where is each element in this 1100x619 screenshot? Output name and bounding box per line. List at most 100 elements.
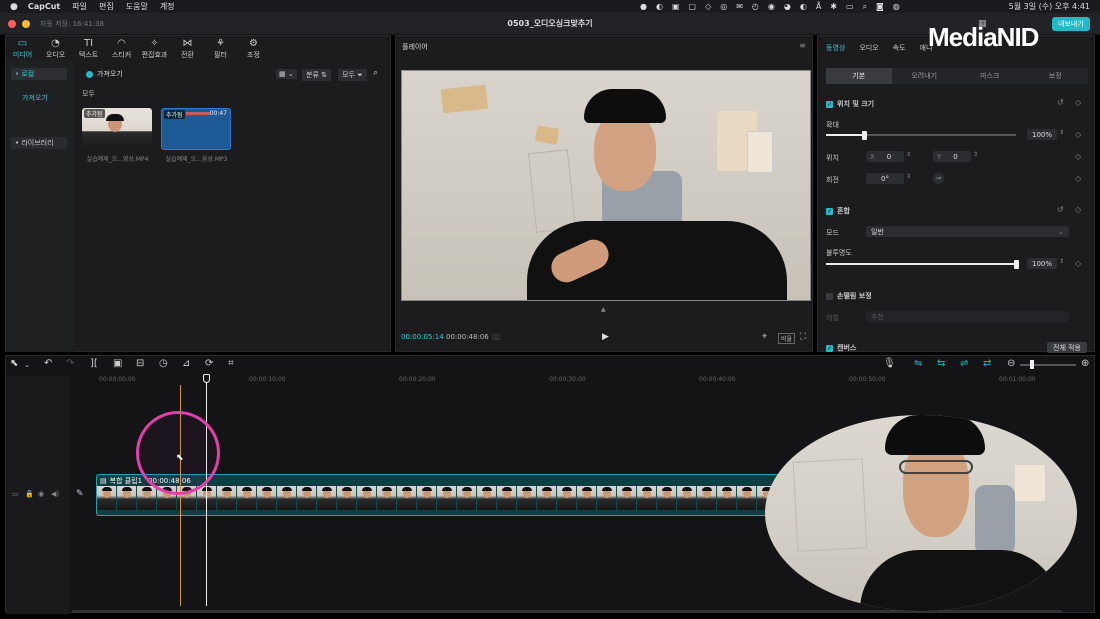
view-toggle-icon[interactable]: ▦ ⌄ (276, 69, 297, 79)
stabilize-level-select[interactable]: 추천 (866, 311, 1069, 322)
link-track-icon[interactable]: ⇋ (914, 358, 922, 369)
y-stepper-icon[interactable]: ⇕ (973, 151, 978, 158)
preview-axis-icon[interactable]: ⇄ (983, 358, 991, 369)
subtab-mask[interactable]: 마스크 (957, 68, 1023, 84)
select-tool-icon[interactable]: ⬉ (10, 358, 18, 369)
subtab-crop[interactable]: 오려내기 (892, 68, 958, 84)
player-menu-icon[interactable]: ≡ (799, 41, 806, 50)
timecode-toggle-icon[interactable]: ▯▯ (492, 333, 500, 341)
menu-help[interactable]: 도움말 (126, 1, 148, 12)
tab-audio[interactable]: 오디오 (859, 43, 878, 53)
zoom-out-icon[interactable]: ⊖ (1007, 358, 1015, 369)
menubar-clock: 5월 3일 (수) 오후 4:41 (1008, 2, 1090, 11)
edit-cover-icon[interactable]: ✎ (76, 489, 84, 499)
magnet-icon[interactable]: ⇆ (937, 358, 945, 369)
position-y-input[interactable]: Y0 (933, 151, 971, 162)
canvas-header: ✓ 캔버스 (826, 343, 856, 353)
mirror-icon[interactable]: ⊿ (182, 358, 190, 369)
tool-audio[interactable]: ◔ 오디오 (39, 38, 72, 60)
tool-effects[interactable]: ✧ 편집효과 (138, 38, 171, 60)
subtab-correct[interactable]: 보정 (1023, 68, 1089, 84)
rotation-dial-icon[interactable]: ⊸ (933, 173, 944, 184)
opacity-stepper-icon[interactable]: ⇕ (1059, 258, 1064, 265)
split-icon[interactable]: ][ (90, 358, 98, 369)
keyframe-icon[interactable]: ◇ (1075, 259, 1081, 268)
app-menu[interactable]: CapCut (28, 2, 60, 11)
zoom-in-icon[interactable]: ⊕ (1081, 358, 1089, 369)
x-stepper-icon[interactable]: ⇕ (906, 151, 911, 158)
rotation-input[interactable]: 0° (866, 173, 904, 184)
tab-speed[interactable]: 속도 (893, 43, 906, 53)
keyframe-icon[interactable]: ◇ (1075, 152, 1081, 161)
track-audio-icon[interactable]: ◀) (51, 490, 59, 498)
delete-icon[interactable]: ▣ (113, 358, 122, 369)
keyframe-icon[interactable]: ◇ (1075, 130, 1081, 139)
ratio-button[interactable]: 비율 (778, 333, 796, 344)
chevron-down-icon[interactable]: ⌄ (24, 361, 30, 369)
keyframe-icon[interactable]: ◇ (1075, 98, 1081, 107)
clip-frame (117, 486, 137, 510)
sidebar-item-library[interactable]: • 라이브러리 (11, 137, 67, 149)
track-visibility-icon[interactable]: ◉ (38, 490, 44, 498)
search-icon[interactable]: ⌕ (373, 68, 378, 78)
rotation-stepper-icon[interactable]: ⇕ (906, 173, 911, 180)
media-thumbnail-video[interactable]: 추가됨 (82, 108, 152, 150)
screenshot-icon[interactable]: ⌖ (762, 332, 767, 342)
menu-edit[interactable]: 편집 (99, 1, 114, 12)
scale-slider-knob[interactable] (862, 131, 867, 140)
tool-media[interactable]: ▭ 미디어 (6, 38, 39, 60)
scale-stepper-icon[interactable]: ⇕ (1059, 129, 1064, 136)
tab-video[interactable]: 동영상 (826, 43, 845, 53)
reverse-icon[interactable]: ◷ (159, 358, 168, 369)
tool-transition[interactable]: ⋈ 전환 (171, 38, 204, 60)
zoom-slider-knob[interactable] (1030, 360, 1034, 369)
track-lock-icon[interactable]: ▭ (12, 490, 19, 498)
microphone-icon[interactable]: 🎙 (883, 358, 896, 369)
sidebar-item-local[interactable]: • 로컬 (11, 68, 67, 80)
redo-icon[interactable]: ↷ (66, 358, 74, 369)
blend-checkbox[interactable]: ✓ (826, 207, 833, 215)
subtab-basic[interactable]: 기본 (826, 68, 892, 84)
apple-icon[interactable]: ● (10, 2, 18, 12)
reset-icon[interactable]: ↺ (1057, 98, 1064, 107)
tool-filter[interactable]: ⚘ 필터 (204, 38, 237, 60)
keyframe-icon[interactable]: ◇ (1075, 205, 1081, 214)
media-thumbnail-audio[interactable]: 추가됨 00:47 (161, 108, 231, 150)
reset-icon[interactable]: ↺ (1057, 205, 1064, 214)
sidebar-item-import[interactable]: 가져오기 (22, 93, 48, 103)
minimize-window-button[interactable] (22, 19, 30, 28)
player-handle-icon[interactable]: ▲ (601, 306, 606, 313)
tool-adjust[interactable]: ⚙ 조정 (237, 38, 270, 60)
import-button[interactable]: 가져오기 (86, 69, 123, 79)
keyframe-icon[interactable]: ◇ (1075, 174, 1081, 183)
blend-mode-select[interactable]: 일반 ⌄ (866, 226, 1069, 237)
position-size-checkbox[interactable]: ✓ (826, 100, 833, 108)
play-button[interactable]: ▶ (602, 332, 609, 342)
track-lock-icon[interactable]: 🔒 (25, 490, 34, 498)
apply-all-button[interactable]: 전체 적용 (1047, 342, 1087, 353)
undo-icon[interactable]: ↶ (44, 358, 52, 369)
tool-sticker[interactable]: ◠ 스티커 (105, 38, 138, 60)
playhead-handle[interactable] (203, 374, 210, 383)
tool-text[interactable]: TI 텍스트 (72, 38, 105, 60)
freeze-icon[interactable]: ⊟ (136, 358, 144, 369)
rotate-icon[interactable]: ⟳ (205, 358, 213, 369)
menu-account[interactable]: 계정 (160, 1, 175, 12)
close-window-button[interactable] (8, 19, 16, 28)
opacity-label: 불투명도 (826, 249, 852, 257)
opacity-value-input[interactable]: 100% (1027, 258, 1057, 269)
sort-button[interactable]: 분류 ⇅ (302, 69, 331, 81)
fullscreen-icon[interactable]: ⛶ (800, 332, 806, 342)
crop-icon[interactable]: ⌗ (228, 358, 234, 369)
stabilize-checkbox[interactable] (826, 292, 833, 300)
playhead[interactable] (206, 378, 207, 606)
scale-value-input[interactable]: 100% (1027, 129, 1057, 140)
export-button[interactable]: 내보내기 (1052, 17, 1090, 31)
snap-icon[interactable]: ⇌ (960, 358, 968, 369)
opacity-slider-knob[interactable] (1014, 260, 1019, 269)
zoom-slider[interactable] (1020, 364, 1076, 366)
menu-file[interactable]: 파일 (72, 1, 87, 12)
filter-button[interactable]: 모두 ⏷ (338, 69, 367, 81)
canvas-checkbox[interactable]: ✓ (826, 344, 833, 352)
position-x-input[interactable]: X0 (866, 151, 904, 162)
